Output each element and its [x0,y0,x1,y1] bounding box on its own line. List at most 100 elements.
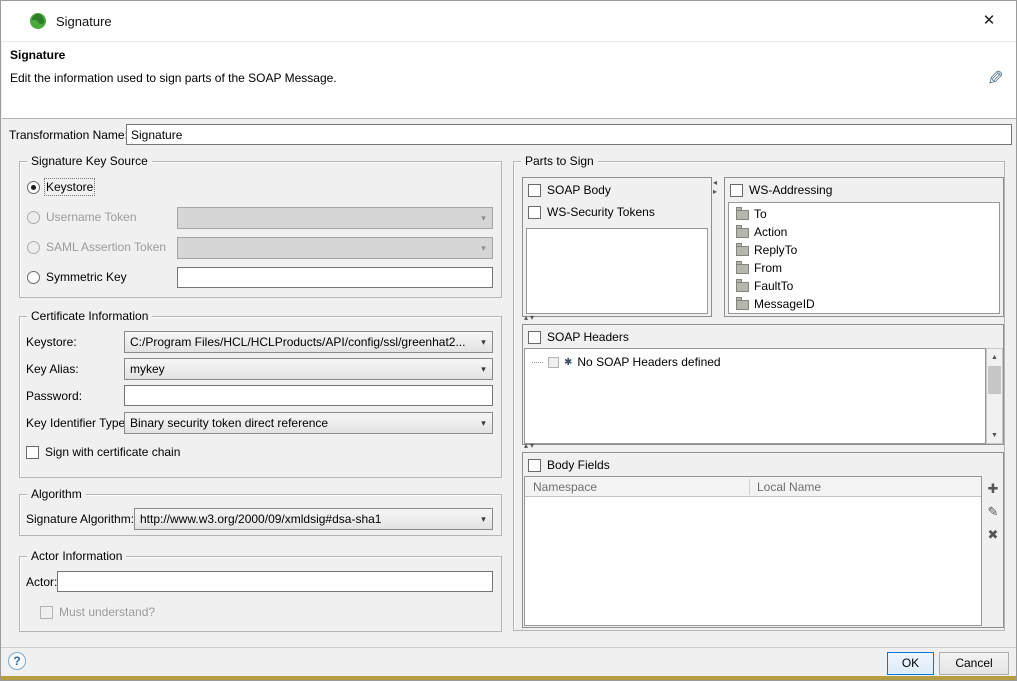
signature-algorithm-combo[interactable]: http://www.w3.org/2000/09/xmldsig#dsa-sh… [134,508,493,530]
tree-item-faultto[interactable]: FaultTo [729,277,999,295]
ws-security-tokens-row[interactable]: WS-Security Tokens [523,201,711,223]
keystore-radio-label: Keystore [46,180,93,194]
column-header-local-name: Local Name [749,477,821,497]
saml-assertion-radio [27,241,40,254]
certificate-information-title: Certificate Information [27,309,152,323]
soap-headers-pane: SOAP Headers ✱ No SOAP Headers defined ▲… [522,324,1004,445]
actor-information-group: Actor Information Actor: Must understand… [19,556,502,632]
transformation-name-input[interactable] [126,124,1012,145]
sign-with-chain-label: Sign with certificate chain [45,445,180,459]
edit-icon[interactable]: ✎ [984,503,1002,521]
folder-icon [736,228,749,238]
soap-headers-checkbox[interactable] [528,331,541,344]
key-identifier-type-combo-value: Binary security token direct reference [125,416,475,430]
username-token-radio-label: Username Token [46,210,137,224]
signature-key-source-title: Signature Key Source [27,154,152,168]
algorithm-title: Algorithm [27,487,86,501]
chevron-down-icon: ▾ [475,364,492,375]
soap-body-row[interactable]: SOAP Body [523,179,711,201]
soap-body-checkbox[interactable] [528,184,541,197]
soap-body-pane: SOAP Body WS-Security Tokens [522,177,712,317]
soap-headers-scrollbar[interactable]: ▲ ▼ [986,348,1003,444]
must-understand-option: Must understand? [40,605,155,619]
app-icon [29,12,47,30]
tree-item-label: MessageID [754,297,815,311]
splitter-collapse-up-icon[interactable]: ▴ [524,442,528,450]
symmetric-key-radio[interactable] [27,271,40,284]
no-soap-headers-item[interactable]: ✱ No SOAP Headers defined [525,353,985,371]
scroll-up-icon[interactable]: ▲ [987,349,1002,365]
keystore-radio[interactable] [27,181,40,194]
ws-addressing-row[interactable]: WS-Addressing [725,179,1003,201]
username-token-combo: ▾ [177,207,493,229]
password-label: Password: [26,389,82,403]
body-fields-pane: Body Fields Namespace Local Name ✚ ✎ ✖ [522,452,1004,628]
username-token-radio [27,211,40,224]
tree-item-label: ReplyTo [754,243,797,257]
vertical-splitter[interactable]: ◂ ▸ [713,179,717,196]
signature-algorithm-label: Signature Algorithm: [26,512,134,526]
key-alias-combo[interactable]: mykey ▾ [124,358,493,380]
scroll-down-icon[interactable]: ▼ [987,427,1002,443]
splitter-collapse-left-icon[interactable]: ◂ [713,179,717,187]
tree-item-messageid[interactable]: MessageID [729,295,999,313]
parts-to-sign-title: Parts to Sign [521,154,598,168]
signature-edit-icon: ✎ [987,66,1004,91]
chevron-down-icon: ▾ [475,418,492,429]
ws-addressing-label: WS-Addressing [749,183,832,197]
body-fields-row[interactable]: Body Fields [523,454,1003,476]
horizontal-splitter-2[interactable]: ▴ ▾ [524,442,534,450]
signature-key-source-group: Signature Key Source Keystore Username T… [19,161,502,298]
tree-item-action[interactable]: Action [729,223,999,241]
sign-with-chain-checkbox[interactable] [26,446,39,459]
splitter-collapse-up-icon[interactable]: ▴ [524,314,528,322]
keystore-option[interactable]: Keystore [27,180,93,194]
window-bottom-edge [1,676,1016,680]
folder-icon [736,210,749,220]
banner-title: Signature [10,48,65,62]
add-icon[interactable]: ✚ [984,480,1002,498]
tree-item-from[interactable]: From [729,259,999,277]
help-icon[interactable]: ? [8,652,26,670]
chevron-down-icon: ▾ [475,213,492,224]
soap-headers-tree[interactable]: ✱ No SOAP Headers defined [524,348,986,444]
keystore-combo[interactable]: C:/Program Files/HCL/HCLProducts/API/con… [124,331,493,353]
banner-description: Edit the information used to sign parts … [10,71,337,85]
soap-headers-row[interactable]: SOAP Headers [523,326,1003,348]
horizontal-splitter-1[interactable]: ▴ ▾ [524,314,534,322]
ws-addressing-pane: WS-Addressing To Action ReplyTo From [724,177,1004,317]
parts-to-sign-group: Parts to Sign SOAP Body WS-Security Toke… [513,161,1005,631]
ws-security-tokens-checkbox[interactable] [528,206,541,219]
titlebar[interactable]: Signature ✕ [1,1,1016,41]
body-fields-table[interactable]: Namespace Local Name [524,476,982,626]
tree-item-replyto[interactable]: ReplyTo [729,241,999,259]
tree-item-label: Action [754,225,787,239]
tree-item-to[interactable]: To [729,205,999,223]
delete-icon[interactable]: ✖ [984,526,1002,544]
tree-item-label: FaultTo [754,279,793,293]
ws-security-tokens-list[interactable] [526,228,708,314]
actor-input[interactable] [57,571,493,592]
close-icon[interactable]: ✕ [978,10,1000,32]
banner: Signature Edit the information used to s… [2,41,1016,119]
ws-addressing-checkbox[interactable] [730,184,743,197]
sign-with-chain-option[interactable]: Sign with certificate chain [26,445,180,459]
keystore-combo-value: C:/Program Files/HCL/HCLProducts/API/con… [125,335,475,349]
keystore-label: Keystore: [26,335,77,349]
ws-addressing-tree[interactable]: To Action ReplyTo From FaultTo [728,202,1000,314]
ok-button[interactable]: OK [887,652,934,675]
symmetric-key-input[interactable] [177,267,493,288]
password-input[interactable] [124,385,493,406]
symmetric-key-option[interactable]: Symmetric Key [27,270,127,284]
certificate-information-group: Certificate Information Keystore: C:/Pro… [19,316,502,478]
splitter-expand-down-icon[interactable]: ▾ [530,314,534,322]
splitter-expand-down-icon[interactable]: ▾ [530,442,534,450]
tree-item-label: To [754,207,767,221]
key-identifier-type-combo[interactable]: Binary security token direct reference ▾ [124,412,493,434]
scrollbar-thumb[interactable] [988,366,1001,394]
body-fields-checkbox[interactable] [528,459,541,472]
splitter-expand-right-icon[interactable]: ▸ [713,188,717,196]
cancel-button[interactable]: Cancel [939,652,1009,675]
body-fields-table-header: Namespace Local Name [525,477,981,497]
footer-divider [1,647,1016,648]
